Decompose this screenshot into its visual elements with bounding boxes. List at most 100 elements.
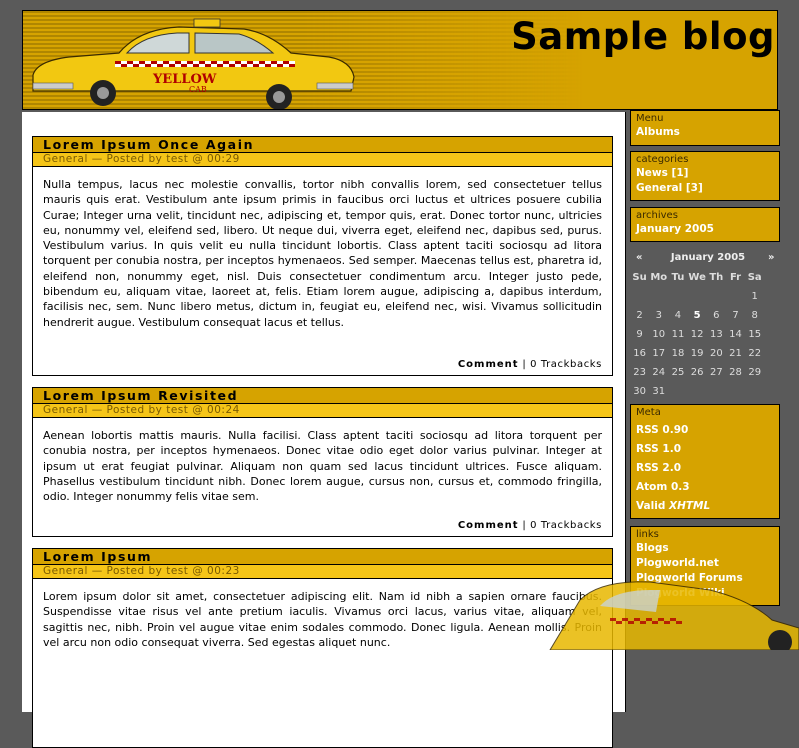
taxi-logo-image: YELLOW CAB <box>32 18 355 109</box>
calendar-day: 9 <box>636 329 643 340</box>
post-footer: Comment | 0 Trackbacks <box>458 359 602 370</box>
calendar-prev-button[interactable]: « <box>636 252 642 263</box>
calendar-day <box>726 287 745 306</box>
post-meta: General — Posted by test @ 00:29 <box>33 153 612 167</box>
calendar-day <box>688 382 707 401</box>
links-title: links <box>636 529 659 540</box>
calendar-day: 20 <box>709 348 723 359</box>
calendar-day: 2 <box>636 310 643 321</box>
rss-090-link[interactable]: RSS 0.90 <box>636 421 774 440</box>
blog-header: YELLOW CAB Sample blog <box>22 10 778 110</box>
calendar-day: 26 <box>690 367 704 378</box>
category-news-link[interactable]: News [1] <box>636 166 774 181</box>
calendar-day: 7 <box>732 310 739 321</box>
atom-03-link[interactable]: Atom 0.3 <box>636 478 774 497</box>
calendar-week-row: 16 17 18 19 20 21 22 <box>630 344 764 363</box>
calendar-day: 23 <box>633 367 646 378</box>
valid-prefix: Valid <box>636 500 666 512</box>
menu-box: Menu Albums <box>630 110 780 146</box>
calendar-grid: Su Mo Tu We Th Fr Sa 1 2 3 4 5 6 7 8 9 10 11 12 13 14 15 16 17… <box>630 268 764 401</box>
rss-10-link[interactable]: RSS 1.0 <box>636 440 774 459</box>
trackbacks-link[interactable]: 0 Trackbacks <box>530 520 602 531</box>
calendar-day: 3 <box>655 310 662 321</box>
calendar-day: 12 <box>690 329 704 340</box>
post-title[interactable]: Lorem Ipsum Revisited <box>33 388 612 404</box>
calendar-day: 10 <box>652 329 666 340</box>
calendar-month-title: January 2005 <box>670 252 746 263</box>
calendar-weekday: Mo <box>650 272 668 283</box>
comment-link[interactable]: Comment <box>458 359 519 370</box>
calendar-week-row: 23 24 25 26 27 28 29 <box>630 363 764 382</box>
calendar-weekday: Tu <box>671 272 685 283</box>
calendar-day: 18 <box>671 348 685 359</box>
calendar-day: 16 <box>633 348 646 359</box>
menu-title: Menu <box>636 113 664 124</box>
taxi-decoration-image <box>549 581 799 650</box>
calendar-day: 17 <box>652 348 666 359</box>
calendar-week-row: 9 10 11 12 13 14 15 <box>630 325 764 344</box>
calendar-day <box>745 382 764 401</box>
calendar-day: 22 <box>748 348 762 359</box>
calendar-day: 4 <box>674 310 682 321</box>
calendar-day <box>688 287 707 306</box>
calendar-weekday: Fr <box>729 272 742 283</box>
post: Lorem Ipsum Revisited General — Posted b… <box>32 387 613 537</box>
svg-text:YELLOW: YELLOW <box>152 72 217 87</box>
rss-20-link[interactable]: RSS 2.0 <box>636 459 774 478</box>
post-title[interactable]: Lorem Ipsum <box>33 549 612 565</box>
calendar-day <box>668 382 687 401</box>
post-title[interactable]: Lorem Ipsum Once Again <box>33 137 612 153</box>
calendar-day <box>726 382 745 401</box>
calendar-day: 1 <box>751 291 758 302</box>
archives-title: archives <box>636 210 678 221</box>
categories-box: categories News [1] General [3] <box>630 151 780 201</box>
checker-stripe <box>115 61 295 67</box>
calendar-day: 27 <box>709 367 723 378</box>
calendar-day: 21 <box>729 348 742 359</box>
calendar-header: « January 2005 » <box>630 252 780 266</box>
post-meta: General — Posted by test @ 00:24 <box>33 404 612 418</box>
calendar-day <box>707 287 726 306</box>
calendar-day: 15 <box>748 329 762 340</box>
category-general-link[interactable]: General [3] <box>636 181 774 196</box>
comment-link[interactable]: Comment <box>458 520 519 531</box>
calendar-weekday: Th <box>709 272 724 283</box>
calendar-day <box>707 382 726 401</box>
valid-xhtml-link[interactable]: Valid XHTML <box>636 497 774 516</box>
calendar-day <box>649 287 668 306</box>
calendar-day: 29 <box>748 367 762 378</box>
calendar-day: 11 <box>671 329 685 340</box>
calendar-next-button[interactable]: » <box>768 252 774 263</box>
post: Lorem Ipsum Once Again General — Posted … <box>32 136 613 376</box>
calendar-day: 25 <box>671 367 685 378</box>
calendar-day: 6 <box>713 310 720 321</box>
menu-item-albums[interactable]: Albums <box>636 125 774 140</box>
calendar-week-row: 1 <box>630 287 764 306</box>
archives-box: archives January 2005 <box>630 207 780 242</box>
calendar-day: 8 <box>751 310 758 321</box>
valid-suffix: XHTML <box>669 500 711 512</box>
calendar-day: 31 <box>652 386 666 397</box>
link-plogworld-net[interactable]: Plogworld.net <box>636 556 774 571</box>
calendar-day[interactable]: 5 <box>688 306 707 325</box>
calendar-weekday: We <box>688 272 706 283</box>
calendar-day: 13 <box>709 329 723 340</box>
meta-box: Meta RSS 0.90 RSS 1.0 RSS 2.0 Atom 0.3 V… <box>630 404 780 519</box>
calendar-day <box>630 287 649 306</box>
archive-link[interactable]: January 2005 <box>636 222 774 237</box>
blog-title[interactable]: Sample blog <box>511 15 775 58</box>
trackbacks-link[interactable]: 0 Trackbacks <box>530 359 602 370</box>
footer-separator: | <box>522 359 527 370</box>
footer-separator: | <box>522 520 527 531</box>
calendar-day <box>668 287 687 306</box>
calendar-weekday: Su <box>632 272 647 283</box>
calendar-weekday: Sa <box>747 272 762 283</box>
categories-title: categories <box>636 154 689 165</box>
calendar-day: 14 <box>729 329 742 340</box>
calendar-week-row: 2 3 456 7 8 <box>630 306 764 325</box>
link-blogs[interactable]: Blogs <box>636 541 774 556</box>
calendar-week-row: 30 31 <box>630 382 764 401</box>
post-body: Aenean lobortis mattis mauris. Nulla fac… <box>43 429 602 504</box>
post-body: Nulla tempus, lacus nec molestie convall… <box>43 178 602 329</box>
meta-title: Meta <box>636 407 661 418</box>
